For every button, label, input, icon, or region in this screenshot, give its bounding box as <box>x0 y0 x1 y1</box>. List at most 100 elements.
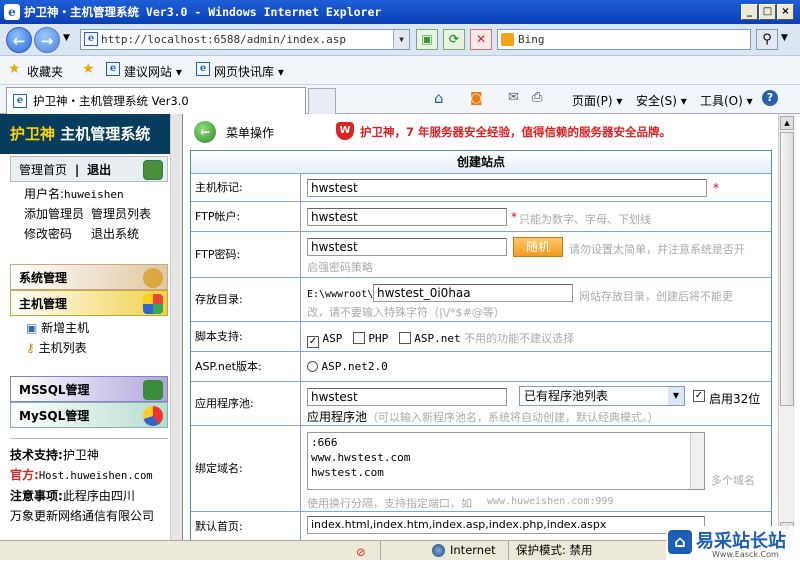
help-icon[interactable]: ? <box>762 90 778 106</box>
textarea-scrollbar[interactable] <box>690 433 704 489</box>
feeds-icon[interactable]: ◙ <box>470 91 483 106</box>
add-admin-link[interactable]: 添加管理员 <box>24 204 84 224</box>
network-icon <box>143 380 163 400</box>
history-dropdown-icon[interactable]: ▼ <box>63 33 70 43</box>
web-slice-icon: e <box>196 62 210 76</box>
mysql-section[interactable]: MySQL管理 <box>10 402 168 428</box>
bing-logo-icon <box>501 33 514 46</box>
row-script: 脚本支持: ✓ ASP PHP ASP.net 不用的功能不建议选择 <box>191 321 771 351</box>
note-line: 注意事项:此程序由四川 <box>10 486 168 506</box>
watermark: ⌂ 易采站长站 Www.Easck.Com <box>666 526 800 560</box>
host-required: * <box>713 181 719 195</box>
brand-header: 护卫神 主机管理系统 <box>0 114 170 154</box>
change-password-link[interactable]: 修改密码 <box>24 224 72 244</box>
search-input[interactable]: Bing <box>497 29 751 50</box>
row-app-pool: 应用程序池: hwstest 已有程序池列表 ▼ ✓ 启用32位 应用程序池 （… <box>191 381 771 425</box>
compat-view-icon[interactable]: ▣ <box>416 29 438 50</box>
suggested-sites-link[interactable]: 建议网站 ▾ <box>124 63 182 80</box>
mail-icon[interactable]: ✉ <box>508 90 519 105</box>
privacy-icon[interactable]: ⊘ <box>356 543 366 562</box>
system-management-section[interactable]: 系统管理 <box>10 264 168 290</box>
search-options-icon[interactable]: ▼ <box>781 33 788 43</box>
enable-32bit-checkbox[interactable]: ✓ <box>693 390 705 402</box>
mssql-label: MSSQL管理 <box>19 383 90 397</box>
suggested-sites-icon: e <box>106 62 120 76</box>
main-content: ← 菜单操作 W 护卫神，7 年服务器安全经验，值得信赖的服务器安全品牌。 创建… <box>184 114 788 540</box>
minimize-button[interactable]: _ <box>741 4 758 20</box>
gear-icon <box>143 268 163 288</box>
search-icon[interactable]: ⚲ <box>756 29 778 50</box>
aspnet-radio[interactable] <box>307 361 318 372</box>
add-favorite-icon[interactable]: ★ <box>82 61 95 77</box>
tab-active[interactable]: e 护卫神・主机管理系统 Ver3.0 <box>6 87 306 114</box>
row-ftp-user: FTP帐户: hwstest * 只能为数字、字母、下划线 <box>191 201 771 231</box>
select-arrow-icon: ▼ <box>668 387 684 405</box>
ftp-user-hint: 只能为数字、字母、下划线 <box>519 213 651 226</box>
page-icon: e <box>84 32 98 46</box>
menu-operation-label: 菜单操作 <box>226 126 275 140</box>
stop-icon[interactable]: ✕ <box>470 29 492 50</box>
address-bar[interactable]: e http://localhost:6588/admin/index.asp … <box>80 29 410 50</box>
refresh-icon[interactable]: ⟳ <box>443 29 465 50</box>
page-menu[interactable]: 页面(P) ▾ <box>572 92 622 109</box>
aspnet-checkbox[interactable] <box>398 332 411 344</box>
brand-subtitle: 主机管理系统 <box>55 125 151 143</box>
scroll-up-arrow[interactable]: ▲ <box>780 116 794 130</box>
app-pool-select[interactable]: 已有程序池列表 ▼ <box>519 386 685 406</box>
maximize-button[interactable]: □ <box>759 4 776 20</box>
directory-hint: 网站存放目录，创建后将不能更 <box>579 290 733 303</box>
official-line: 官方:Host.huweishen.com <box>10 465 168 486</box>
mysql-label: MySQL管理 <box>19 409 90 423</box>
ftp-user-input[interactable]: hwstest <box>307 208 507 226</box>
aspnet-option-label: ASP.net2.0 <box>321 360 388 373</box>
php-checkbox[interactable] <box>352 332 365 344</box>
scroll-thumb[interactable] <box>780 132 794 406</box>
tools-menu[interactable]: 工具(O) ▾ <box>700 92 753 109</box>
domain-line: :666 <box>311 436 338 449</box>
web-slice-link[interactable]: 网页快讯库 ▾ <box>214 63 284 80</box>
default-page-label: 默认首页: <box>191 512 301 540</box>
new-tab-button[interactable] <box>308 88 336 114</box>
host-input[interactable]: hwstest <box>307 179 707 197</box>
admin-list-link[interactable]: 管理员列表 <box>91 204 151 224</box>
official-label: 官方: <box>10 468 39 482</box>
app-pool-input[interactable]: hwstest <box>307 388 507 406</box>
ftp-password-input[interactable]: hwstest <box>307 238 507 256</box>
close-button[interactable]: × <box>777 4 794 20</box>
host-management-section[interactable]: 主机管理 <box>10 290 168 316</box>
asp-checkbox[interactable]: ✓ <box>307 336 319 348</box>
mssql-section[interactable]: MSSQL管理 <box>10 376 168 402</box>
add-host-item[interactable]: ▣ 新增主机 <box>26 318 89 338</box>
official-value[interactable]: Host.huweishen.com <box>39 470 153 482</box>
safety-menu[interactable]: 安全(S) ▾ <box>636 92 687 109</box>
default-page-input[interactable]: index.html,index.htm,index.asp,index.php… <box>307 516 705 534</box>
ftp-password-hint: 请勿设置太简单，并注意系统是否开 <box>569 243 745 256</box>
home-link[interactable]: 管理首页 <box>19 163 67 177</box>
random-password-button[interactable]: 随机 <box>513 237 563 257</box>
directory-input[interactable]: hwstest_0i0haa <box>373 284 573 302</box>
protected-mode: 保护模式: 禁用 <box>516 543 593 557</box>
address-dropdown-icon[interactable]: ▼ <box>393 30 409 49</box>
brand-name: 护卫神 <box>10 125 56 143</box>
host-list-item[interactable]: ⚷ 主机列表 <box>26 338 87 358</box>
print-icon[interactable]: ⎙ <box>532 90 542 105</box>
add-host-label: 新增主机 <box>41 321 90 335</box>
host-list-label: 主机列表 <box>38 341 87 355</box>
back-arrow-icon[interactable]: ← <box>194 121 216 143</box>
ie-logo-icon: e <box>4 4 20 20</box>
ftp-user-required: * <box>511 210 517 224</box>
domain-line: hwstest.com <box>311 466 384 479</box>
create-site-form: 创建站点 主机标记: hwstest * FTP帐户: hwstest * 只能… <box>190 150 772 540</box>
home-icon[interactable]: ⌂ <box>434 89 444 107</box>
forward-button[interactable]: → <box>34 27 60 53</box>
page-scrollbar[interactable]: ▲ ▼ <box>778 114 795 540</box>
domain-textarea[interactable]: :666 www.hwstest.com hwstest.com <box>307 432 705 490</box>
exit-system-link[interactable]: 退出系统 <box>91 224 139 244</box>
logout-link[interactable]: 退出 <box>87 163 111 177</box>
back-button[interactable]: ← <box>6 27 32 53</box>
script-hint: 不用的功能不建议选择 <box>464 332 575 345</box>
username-line: 用户名:huweishen <box>24 184 124 205</box>
favorites-button[interactable]: 收藏夹 <box>27 63 63 80</box>
sidebar-scrollbar[interactable] <box>170 114 182 540</box>
watermark-logo-icon: ⌂ <box>668 530 692 554</box>
